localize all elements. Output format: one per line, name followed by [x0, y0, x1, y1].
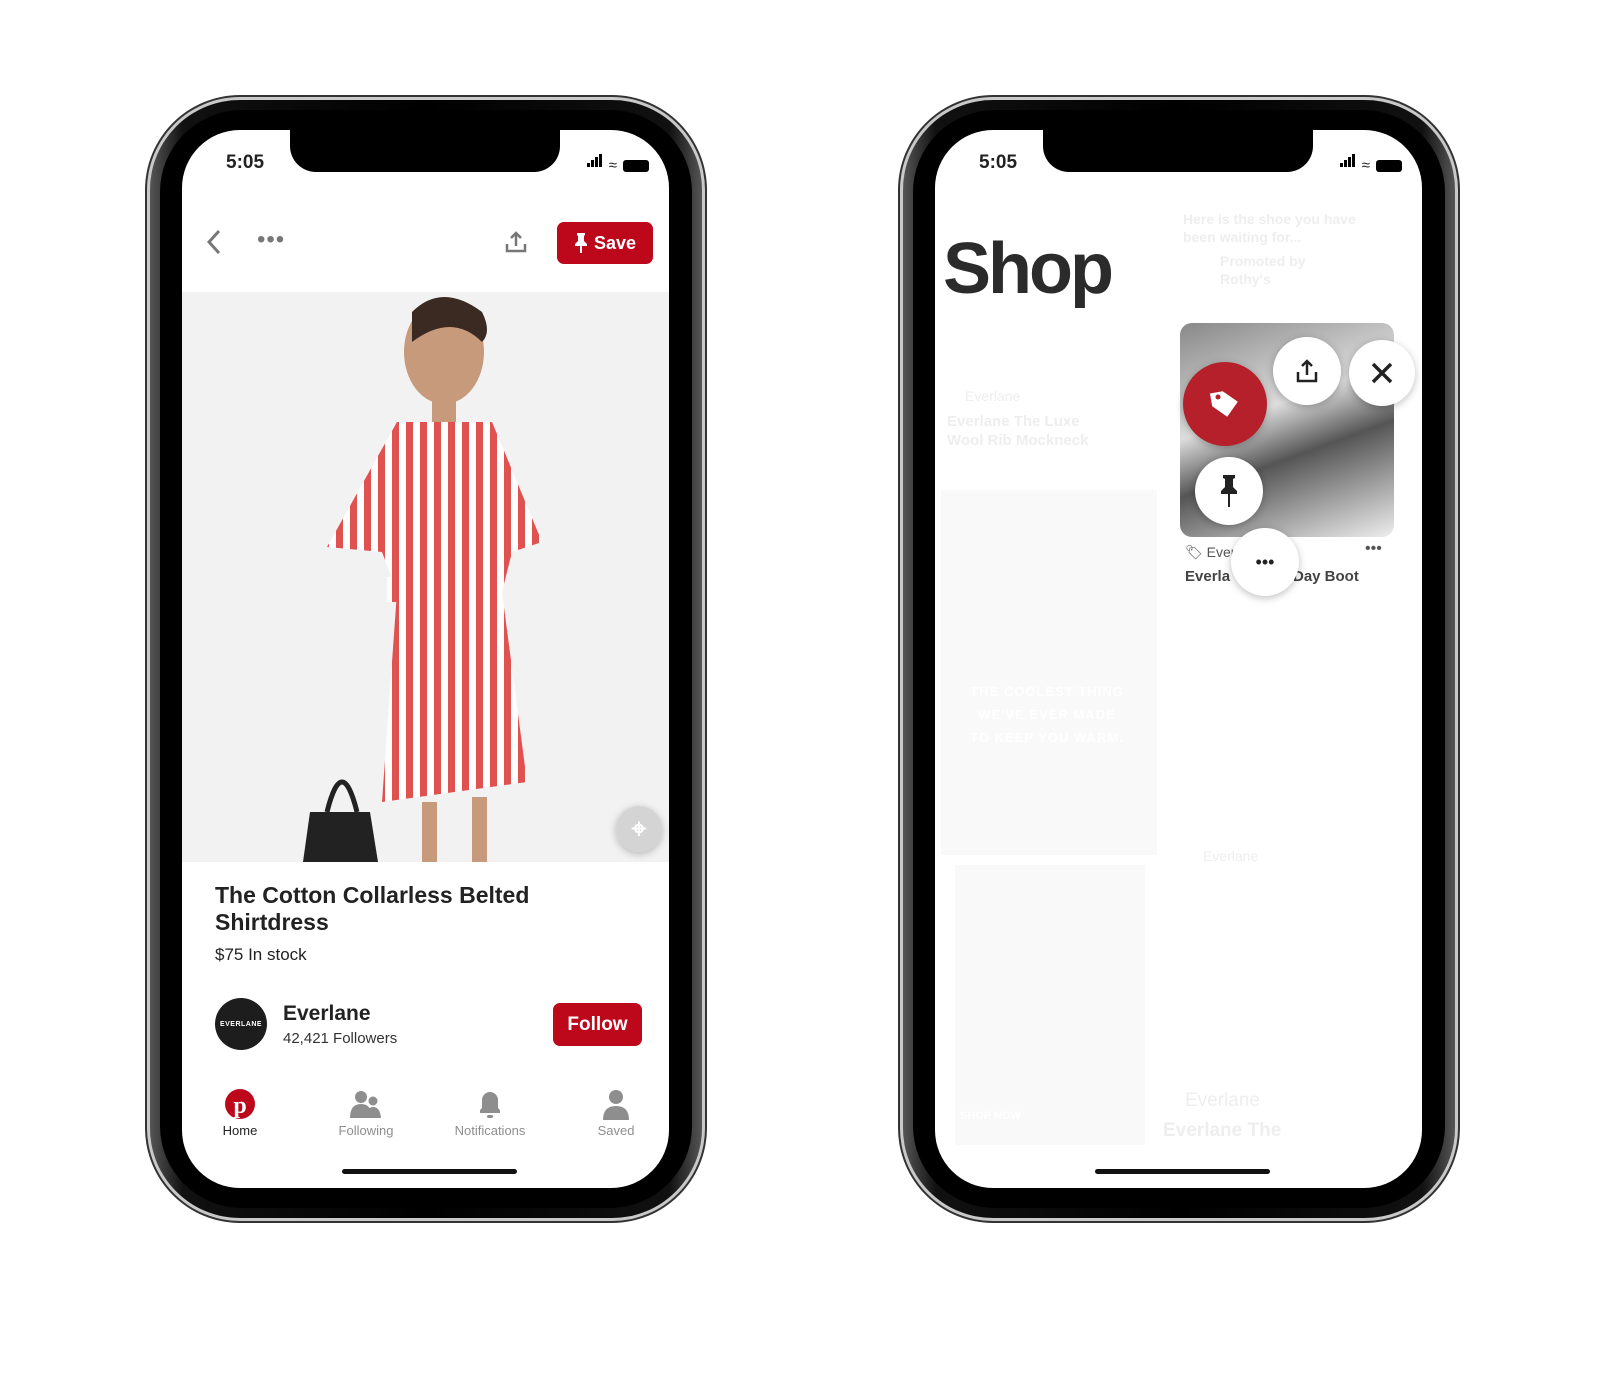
brand-name[interactable]: Everlane [283, 1002, 371, 1026]
status-icons: ≈ [586, 154, 649, 174]
nav-saved[interactable]: Saved [566, 1088, 666, 1138]
back-icon[interactable] [204, 228, 224, 256]
share-icon[interactable] [504, 230, 528, 254]
share-icon [1296, 359, 1318, 383]
pin-title: Everlane The Luxe Wool Rib Mockneck [947, 413, 1089, 449]
shop-tag-button[interactable] [1183, 362, 1267, 446]
product-image[interactable]: ⌖ [182, 292, 669, 862]
share-button[interactable] [1273, 337, 1341, 405]
save-label: Save [593, 232, 637, 253]
ellipsis-icon: ••• [1255, 551, 1275, 572]
shop-now: SHOP NOW [960, 1110, 1021, 1122]
status-icons: ≈ [1339, 154, 1402, 174]
ad-text: THE COOLEST THING WE'VE EVER MADE TO KEEP … [947, 680, 1147, 749]
nav-label: Home [222, 1123, 258, 1138]
ad-image [941, 490, 1157, 855]
nav-label: Saved [597, 1123, 635, 1138]
battery-icon [623, 160, 649, 172]
page-title: Shop [943, 229, 1114, 309]
pin-icon [574, 233, 587, 253]
focused-pin-title-left: Everla [1185, 568, 1231, 585]
tag-icon [1209, 391, 1238, 417]
focused-pin-brand: 🏷 Ever [1185, 544, 1236, 560]
save-pin-button[interactable] [1195, 457, 1263, 525]
shop-screen: 5:05 ≈ Here is the shoe you have been wa… [935, 130, 1422, 1188]
pin-brand: Everlane [1203, 848, 1259, 864]
save-button[interactable]: Save [557, 222, 653, 264]
phone-right: 5:05 ≈ Here is the shoe you have been wa… [903, 100, 1455, 1218]
promo-headline: Here is the shoe you have been waiting f… [1183, 211, 1356, 245]
pin-more-icon[interactable]: ••• [1365, 540, 1382, 558]
people-icon [350, 1091, 381, 1118]
striped-dress-photo [303, 297, 542, 862]
bell-icon [480, 1092, 500, 1118]
notch [290, 130, 560, 172]
home-indicator[interactable] [1095, 1169, 1270, 1174]
svg-text:p: p [233, 1093, 246, 1119]
visual-search-icon[interactable]: ⌖ [616, 806, 662, 852]
person-icon [603, 1090, 629, 1120]
product-title: The Cotton Collarless Belted Shirtdress [215, 882, 530, 935]
phone-left: 5:05 ≈ ••• Save ⌖ The Cotton Collarless … [150, 100, 702, 1218]
wifi-icon: ≈ [1361, 157, 1370, 174]
close-button[interactable] [1349, 340, 1415, 406]
pin-title: Everlane The [1163, 1120, 1282, 1141]
pinterest-logo-icon: p [225, 1089, 255, 1119]
focused-pin-title-right: Day Boot [1293, 568, 1359, 585]
home-indicator[interactable] [342, 1169, 517, 1174]
status-time: 5:05 [979, 152, 1018, 173]
promoted-by: Promoted by Rothy's [1220, 253, 1306, 287]
ad-line: THE COOLEST THING [970, 684, 1124, 699]
follow-button[interactable]: Follow [553, 1003, 642, 1046]
pin-icon [1221, 475, 1237, 507]
nav-following[interactable]: Following [316, 1088, 416, 1138]
notch [1043, 130, 1313, 172]
pin-detail-screen: 5:05 ≈ ••• Save ⌖ The Cotton Collarless … [182, 130, 669, 1188]
pin-brand: Everlane [1185, 1090, 1260, 1111]
wifi-icon: ≈ [608, 157, 617, 174]
battery-icon [1376, 160, 1402, 172]
brand-avatar[interactable]: EVERLANE [215, 998, 267, 1050]
brand-followers: 42,421 Followers [283, 1030, 398, 1047]
ad-line: TO KEEP YOU WARM. [970, 730, 1124, 745]
product-price-stock: $75 In stock [215, 945, 307, 964]
ad-image-2 [955, 865, 1145, 1145]
more-options-icon[interactable]: ••• [257, 226, 285, 254]
nav-label: Following [338, 1123, 394, 1138]
nav-home[interactable]: p Home [190, 1088, 290, 1138]
pin-brand: Everlane [965, 388, 1021, 404]
ad-line: WE'VE EVER MADE [978, 707, 1116, 722]
signal-icon [586, 154, 603, 172]
nav-notifications[interactable]: Notifications [440, 1088, 540, 1138]
nav-label: Notifications [454, 1123, 526, 1138]
status-time: 5:05 [226, 152, 265, 173]
more-button[interactable]: ••• [1231, 528, 1299, 596]
close-icon [1371, 362, 1393, 384]
signal-icon [1339, 154, 1356, 172]
